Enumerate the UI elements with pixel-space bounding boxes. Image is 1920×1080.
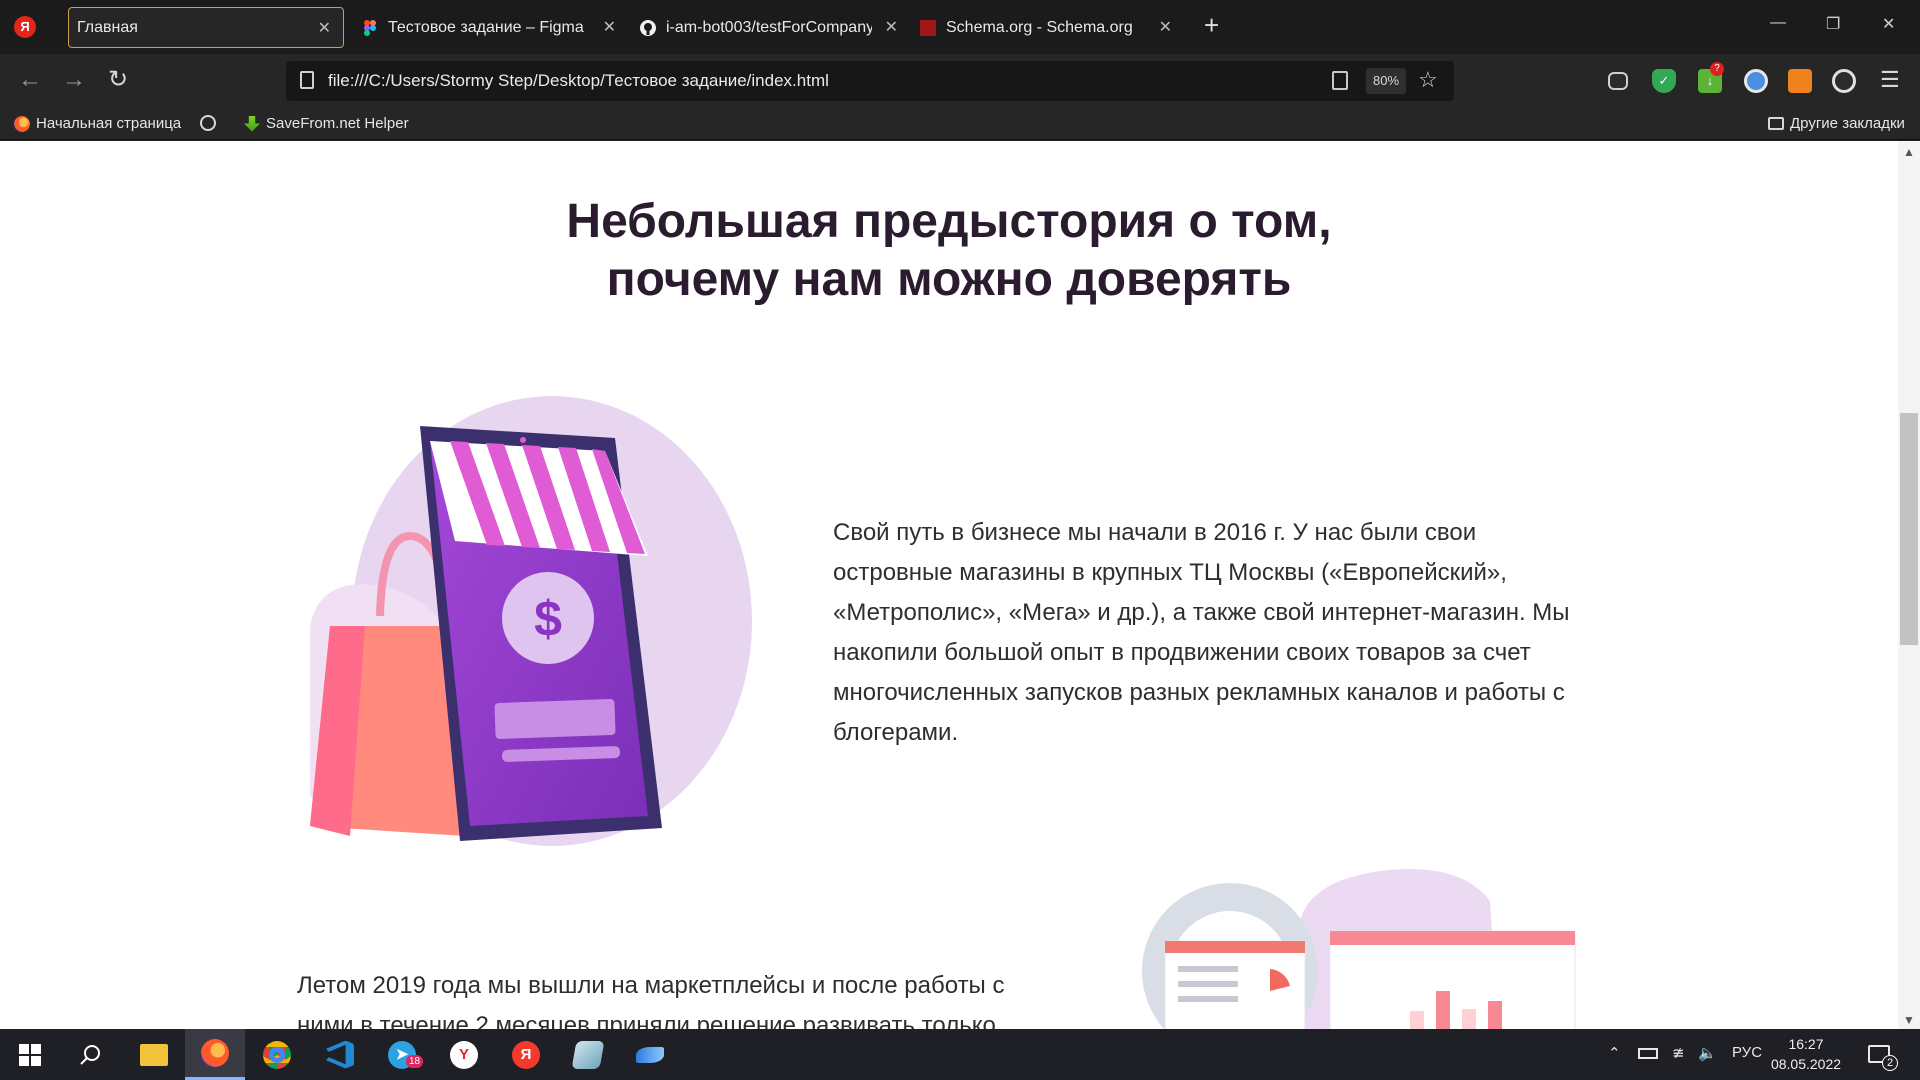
github-icon xyxy=(640,19,656,36)
metamask-icon[interactable] xyxy=(1788,69,1812,93)
taskbar-firefox[interactable] xyxy=(185,1029,245,1080)
scroll-up-icon[interactable]: ▲ xyxy=(1903,145,1915,159)
window-close-button[interactable]: ✕ xyxy=(1882,14,1895,34)
shield-icon[interactable]: ✓ xyxy=(1652,69,1676,93)
yandex-browser-icon: Я xyxy=(512,1040,540,1069)
page-scrollbar[interactable]: ▲ ▼ xyxy=(1898,141,1920,1029)
taskbar-file-explorer[interactable] xyxy=(124,1029,184,1080)
bookmark-star-icon[interactable]: ☆ xyxy=(1418,67,1438,93)
analytics-illustration xyxy=(1142,869,1576,1029)
notes-icon xyxy=(571,1040,605,1069)
shopping-phone-illustration: $ xyxy=(310,396,752,846)
heading-line-2: почему нам можно доверять xyxy=(606,253,1292,306)
sync-icon[interactable] xyxy=(1832,69,1856,93)
firefox-icon xyxy=(14,115,30,132)
page-info-icon[interactable] xyxy=(300,71,314,89)
taskbar-notes[interactable] xyxy=(558,1029,618,1080)
restore-button[interactable]: ❐ xyxy=(1826,14,1840,34)
clock-time: 16:27 xyxy=(1788,1036,1824,1052)
history-paragraph-1: Свой путь в бизнесе мы начали в 2016 г. … xyxy=(833,519,1570,746)
other-bookmarks[interactable]: Другие закладки xyxy=(1768,115,1905,132)
windows-taskbar: ➤ 18 Y Я ⌃ ≇ 🔈 РУС 16:27 08.05.2022 2 xyxy=(0,1029,1920,1080)
schema-org-icon xyxy=(920,19,936,36)
close-icon[interactable]: ✕ xyxy=(318,18,331,38)
tab-github[interactable]: i-am-bot003/testForCompany-l ✕ xyxy=(640,7,898,48)
dollar-icon: $ xyxy=(534,591,562,647)
menu-icon[interactable]: ☰ xyxy=(1880,67,1900,93)
heading-line-1: Небольшая предыстория о том, xyxy=(566,195,1332,248)
scroll-down-icon[interactable]: ▼ xyxy=(1903,1013,1915,1027)
globe-icon xyxy=(200,115,216,131)
firefox-icon xyxy=(201,1039,229,1067)
tab-figma[interactable]: Тестовое задание – Figma ✕ xyxy=(362,7,616,48)
download-arrow-icon xyxy=(244,115,260,132)
close-icon[interactable]: ✕ xyxy=(603,17,616,37)
minimize-button[interactable]: — xyxy=(1770,14,1786,32)
notifications-badge: 2 xyxy=(1882,1055,1898,1071)
close-icon[interactable]: ✕ xyxy=(1159,17,1172,37)
start-button[interactable] xyxy=(0,1029,60,1080)
clock[interactable]: 16:27 08.05.2022 xyxy=(1756,1034,1856,1074)
file-explorer-icon xyxy=(140,1043,168,1066)
tab-strip: Я Главная ✕ Тестовое задание – Figma ✕ i… xyxy=(0,0,1920,54)
bookmark-globe[interactable] xyxy=(200,115,222,131)
taskbar-telegram[interactable]: ➤ 18 xyxy=(372,1029,432,1080)
new-tab-button[interactable]: + xyxy=(1204,12,1219,38)
yandex-icon: Y xyxy=(450,1040,478,1069)
reader-mode-icon[interactable] xyxy=(1332,71,1348,90)
tab-schema[interactable]: Schema.org - Schema.org ✕ xyxy=(920,7,1176,48)
vscode-icon xyxy=(326,1040,354,1069)
page-viewport: Небольшая предыстория о том, почему нам … xyxy=(0,141,1898,1029)
app-icon xyxy=(636,1046,664,1063)
scrollbar-thumb[interactable] xyxy=(1900,413,1918,645)
bookmark-start-page[interactable]: Начальная страница xyxy=(14,115,181,132)
tray-overflow-icon[interactable]: ⌃ xyxy=(1608,1044,1621,1062)
pocket-icon[interactable] xyxy=(1608,72,1628,90)
wifi-icon[interactable]: ≇ xyxy=(1672,1044,1685,1062)
history-paragraph-2: Летом 2019 года мы вышли на маркетплейсы… xyxy=(297,972,1005,1029)
volume-icon[interactable]: 🔈 xyxy=(1698,1044,1717,1062)
address-bar[interactable]: file:///C:/Users/Stormy Step/Desktop/Тес… xyxy=(286,61,1454,101)
taskbar-search[interactable] xyxy=(60,1029,120,1080)
taskbar-app[interactable] xyxy=(620,1029,680,1080)
tab-label: Schema.org - Schema.org xyxy=(946,18,1133,36)
chrome-icon xyxy=(263,1040,291,1069)
zoom-level[interactable]: 80% xyxy=(1366,68,1406,94)
windows-start-icon xyxy=(19,1043,41,1066)
forward-arrow-icon[interactable]: → xyxy=(62,67,86,93)
other-bookmarks-label: Другие закладки xyxy=(1790,115,1905,132)
tab-home[interactable]: Главная ✕ xyxy=(68,7,344,48)
taskbar-vscode[interactable] xyxy=(310,1029,370,1080)
tab-label: Тестовое задание – Figma xyxy=(388,18,584,36)
page-heading: Небольшая предыстория о том, почему нам … xyxy=(0,193,1898,309)
bookmark-label: Начальная страница xyxy=(36,115,182,132)
extension-badge: ? xyxy=(1710,62,1724,76)
clock-date: 08.05.2022 xyxy=(1770,1056,1842,1072)
battery-icon[interactable] xyxy=(1638,1048,1658,1059)
reload-icon[interactable]: ↻ xyxy=(108,67,128,93)
figma-icon xyxy=(364,19,376,36)
taskbar-yandex-browser[interactable]: Я xyxy=(496,1029,556,1080)
bookmarks-bar: Начальная страница SaveFrom.net Helper Д… xyxy=(0,108,1920,140)
url-text[interactable]: file:///C:/Users/Stormy Step/Desktop/Тес… xyxy=(328,71,829,91)
close-icon[interactable]: ✕ xyxy=(885,17,898,37)
globe-ext-icon[interactable] xyxy=(1744,69,1768,93)
taskbar-yandex[interactable]: Y xyxy=(434,1029,494,1080)
search-icon xyxy=(80,1044,100,1065)
yandex-logo-icon[interactable]: Я xyxy=(14,16,36,38)
bookmark-label: SaveFrom.net Helper xyxy=(266,115,409,132)
back-arrow-icon[interactable]: ← xyxy=(18,67,42,93)
bookmark-savefrom[interactable]: SaveFrom.net Helper xyxy=(244,115,409,132)
telegram-badge: 18 xyxy=(406,1055,424,1068)
tab-label: Главная xyxy=(77,18,138,36)
folder-icon xyxy=(1768,117,1784,130)
tab-label: i-am-bot003/testForCompany-l xyxy=(666,18,872,36)
browser-toolbar: ← → ↻ file:///C:/Users/Stormy Step/Deskt… xyxy=(0,54,1920,108)
taskbar-chrome[interactable] xyxy=(247,1029,307,1080)
